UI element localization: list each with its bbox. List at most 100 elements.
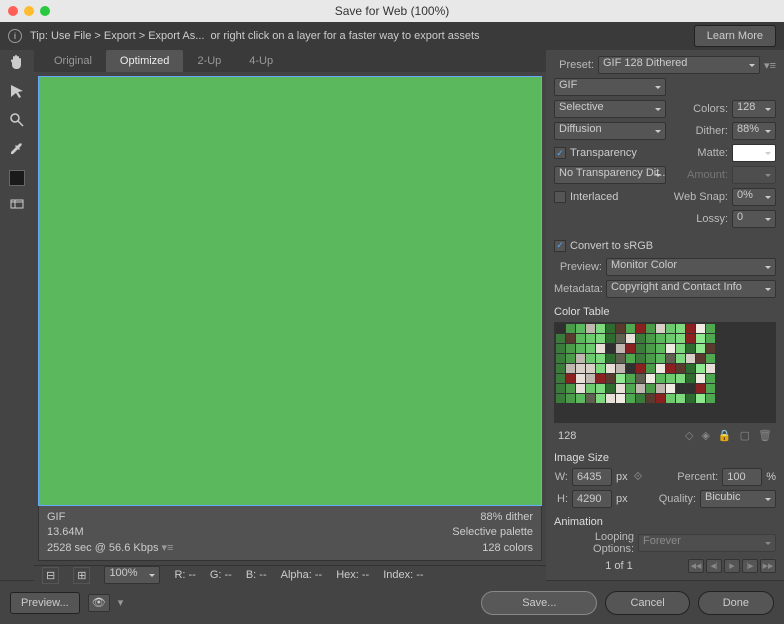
color-swatch[interactable] (706, 374, 715, 383)
color-swatch[interactable] (576, 334, 585, 343)
color-swatch[interactable] (706, 384, 715, 393)
color-swatch[interactable] (636, 374, 645, 383)
color-swatch[interactable] (616, 334, 625, 343)
color-swatch[interactable] (676, 384, 685, 393)
color-swatch[interactable] (596, 334, 605, 343)
color-swatch[interactable] (596, 354, 605, 363)
ct-map-icon[interactable]: ◈ (701, 429, 709, 442)
color-swatch[interactable] (586, 384, 595, 393)
color-swatch[interactable] (626, 334, 635, 343)
eyedropper-tool-icon[interactable] (9, 141, 25, 160)
tab-optimized[interactable]: Optimized (106, 50, 184, 72)
color-swatch[interactable] (616, 394, 625, 403)
color-swatch[interactable] (586, 324, 595, 333)
color-swatch[interactable] (596, 374, 605, 383)
color-swatch[interactable] (566, 394, 575, 403)
websnap-select[interactable]: 0% (732, 188, 776, 206)
color-swatch[interactable] (566, 354, 575, 363)
color-swatch[interactable] (686, 364, 695, 373)
color-swatch[interactable] (696, 334, 705, 343)
color-swatch[interactable] (556, 344, 565, 353)
srgb-checkbox[interactable]: ✓ (554, 240, 566, 252)
color-swatch[interactable] (666, 364, 675, 373)
percent-input[interactable] (722, 468, 762, 486)
color-swatch[interactable] (666, 394, 675, 403)
color-swatch[interactable] (566, 374, 575, 383)
color-swatch[interactable] (686, 384, 695, 393)
color-swatch[interactable] (696, 384, 705, 393)
zoom-out-icon[interactable]: ⊟ (42, 567, 59, 584)
slice-tool-icon[interactable] (9, 83, 25, 102)
color-swatch[interactable] (696, 354, 705, 363)
color-swatch[interactable] (666, 324, 675, 333)
color-swatch[interactable] (676, 394, 685, 403)
color-swatch[interactable] (676, 354, 685, 363)
color-swatch[interactable] (606, 354, 615, 363)
color-swatch[interactable] (556, 354, 565, 363)
color-swatch[interactable] (656, 394, 665, 403)
color-swatch[interactable] (626, 364, 635, 373)
color-swatch[interactable] (586, 334, 595, 343)
maximize-window-button[interactable] (40, 6, 50, 16)
tab-2up[interactable]: 2-Up (183, 50, 235, 72)
color-swatch[interactable] (666, 384, 675, 393)
color-swatch[interactable] (616, 344, 625, 353)
color-swatch[interactable] (576, 374, 585, 383)
color-swatch[interactable] (656, 344, 665, 353)
color-swatch[interactable] (576, 324, 585, 333)
color-swatch[interactable] (706, 324, 715, 333)
ct-lock-icon[interactable]: 🔒 (718, 429, 732, 442)
slice-visibility-icon[interactable] (9, 196, 25, 215)
hand-tool-icon[interactable] (9, 54, 25, 73)
color-swatch[interactable] (626, 344, 635, 353)
color-swatch[interactable] (566, 324, 575, 333)
color-swatch[interactable] (596, 324, 605, 333)
color-swatch[interactable] (656, 374, 665, 383)
color-swatch[interactable] (686, 344, 695, 353)
color-swatch[interactable] (656, 324, 665, 333)
color-swatch[interactable] (626, 324, 635, 333)
color-swatch[interactable] (636, 384, 645, 393)
color-swatch[interactable] (576, 384, 585, 393)
color-swatch[interactable] (576, 354, 585, 363)
preview-select[interactable]: Monitor Color (606, 258, 776, 276)
color-swatch[interactable] (636, 354, 645, 363)
color-swatch[interactable] (566, 334, 575, 343)
color-swatch[interactable] (556, 324, 565, 333)
color-swatch[interactable] (646, 374, 655, 383)
quality-select[interactable]: Bicubic (700, 490, 776, 508)
color-swatch[interactable] (686, 334, 695, 343)
color-swatch[interactable] (636, 364, 645, 373)
color-swatch[interactable] (676, 324, 685, 333)
minimize-window-button[interactable] (24, 6, 34, 16)
color-swatch[interactable] (706, 364, 715, 373)
color-swatch[interactable] (666, 354, 675, 363)
color-swatch[interactable] (556, 374, 565, 383)
color-swatch[interactable] (616, 354, 625, 363)
color-swatch[interactable] (686, 394, 695, 403)
color-swatch[interactable] (596, 364, 605, 373)
color-swatch[interactable] (656, 384, 665, 393)
color-swatch[interactable] (556, 394, 565, 403)
interlaced-checkbox[interactable] (554, 191, 566, 203)
preset-select[interactable]: GIF 128 Dithered (598, 56, 760, 74)
dither-method-select[interactable]: Diffusion (554, 122, 666, 140)
color-swatch[interactable] (556, 384, 565, 393)
cancel-button[interactable]: Cancel (605, 591, 689, 615)
color-swatch[interactable] (596, 384, 605, 393)
color-swatch[interactable] (606, 334, 615, 343)
color-swatch[interactable] (696, 364, 705, 373)
color-swatch[interactable] (646, 364, 655, 373)
browser-preview-button[interactable]: 👁 (88, 594, 110, 612)
color-swatch[interactable] (576, 394, 585, 403)
ct-trash-icon[interactable]: 🗑 (758, 429, 772, 442)
color-swatch[interactable] (626, 354, 635, 363)
height-input[interactable] (572, 490, 612, 508)
zoom-in-icon[interactable]: ⊞ (73, 567, 90, 584)
color-swatch[interactable] (626, 384, 635, 393)
color-swatch[interactable] (686, 374, 695, 383)
info-menu-icon[interactable]: ▾≡ (162, 542, 174, 554)
color-swatch[interactable] (606, 374, 615, 383)
color-swatch[interactable] (616, 324, 625, 333)
tab-original[interactable]: Original (40, 50, 106, 72)
